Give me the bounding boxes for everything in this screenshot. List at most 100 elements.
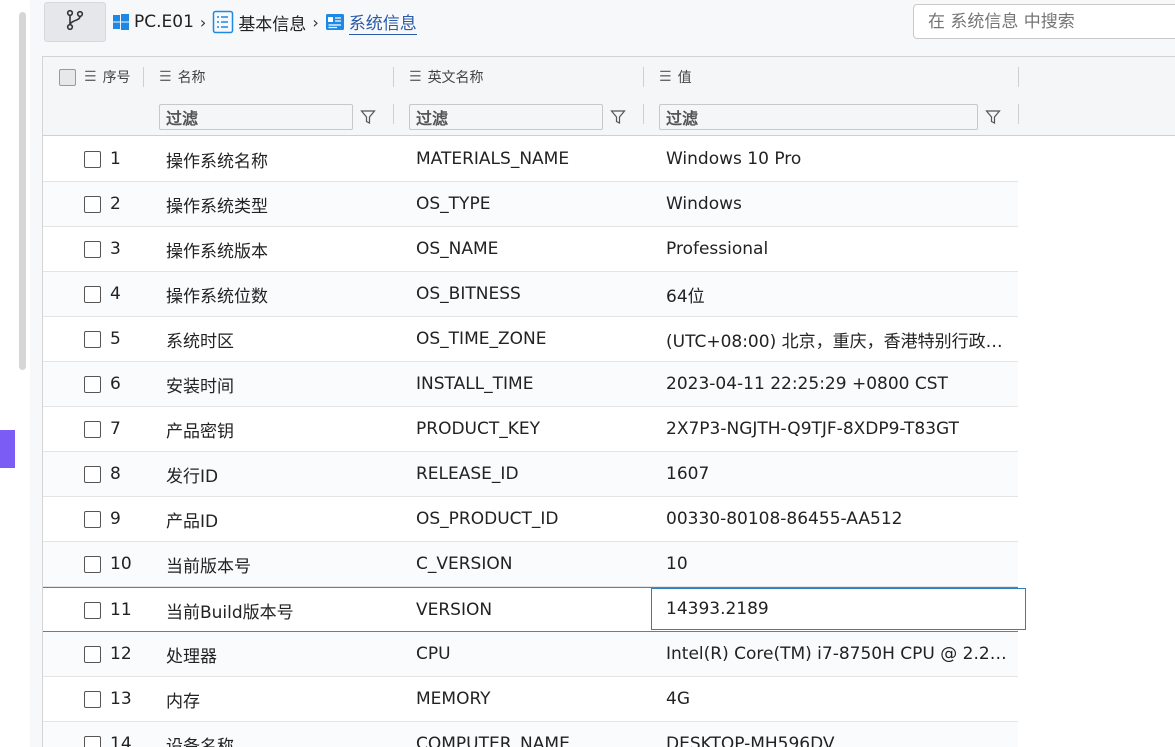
row-checkbox[interactable]	[84, 588, 101, 632]
table-row[interactable]: 12 处理器 CPU Intel(R) Core(TM) i7-8750H CPU @…	[43, 632, 1018, 677]
row-checkbox[interactable]	[84, 677, 101, 721]
table-row[interactable]: 10 当前版本号 C_VERSION 10	[43, 542, 1018, 587]
side-accent-tab[interactable]	[0, 430, 15, 468]
row-value[interactable]: 00330-80108-86455-AA512	[666, 497, 1011, 541]
breadcrumb-item-pc[interactable]: PC.E01	[112, 12, 194, 32]
row-name[interactable]: 操作系统类型	[166, 182, 391, 226]
breadcrumb-item-basic-info[interactable]: 基本信息	[212, 10, 306, 35]
row-en-name[interactable]: PRODUCT_KEY	[416, 407, 646, 451]
row-checkbox[interactable]	[84, 182, 101, 226]
row-en-name[interactable]: OS_NAME	[416, 227, 646, 271]
table-row[interactable]: 1 操作系统名称 MATERIALS_NAME Windows 10 Pro	[43, 137, 1018, 182]
search-input[interactable]	[913, 4, 1175, 39]
row-name[interactable]: 操作系统名称	[166, 137, 391, 181]
row-name[interactable]: 发行ID	[166, 452, 391, 496]
row-name[interactable]: 安装时间	[166, 362, 391, 406]
row-en-name[interactable]: COMPUTER_NAME	[416, 722, 646, 747]
row-en-name[interactable]: VERSION	[416, 588, 646, 632]
row-value[interactable]: Professional	[666, 227, 1011, 271]
value-edit-cell[interactable]: 14393.2189	[651, 588, 1026, 630]
column-divider[interactable]	[1018, 67, 1019, 87]
row-value[interactable]: Windows	[666, 182, 1011, 226]
row-name[interactable]: 处理器	[166, 632, 391, 676]
row-checkbox[interactable]	[84, 632, 101, 676]
row-value[interactable]: 64位	[666, 272, 1011, 316]
column-divider[interactable]	[643, 67, 644, 87]
row-name[interactable]: 当前Build版本号	[166, 588, 391, 632]
row-en-name[interactable]: RELEASE_ID	[416, 452, 646, 496]
row-name[interactable]: 内存	[166, 677, 391, 721]
select-all-checkbox[interactable]	[59, 57, 76, 97]
branch-button[interactable]	[44, 2, 106, 42]
row-en-name[interactable]: INSTALL_TIME	[416, 362, 646, 406]
column-header-en-name[interactable]: ☰ 英文名称	[409, 57, 484, 97]
row-value[interactable]: Intel(R) Core(TM) i7-8750H CPU @ 2.20GHz	[666, 632, 1011, 676]
row-name[interactable]: 当前版本号	[166, 542, 391, 586]
row-value[interactable]: (UTC+08:00) 北京，重庆，香港特别行政区...	[666, 317, 1011, 361]
column-divider	[393, 104, 394, 124]
table-row[interactable]: 14 设备名称 COMPUTER_NAME DESKTOP-MH596DV	[43, 722, 1018, 747]
row-value[interactable]: 2023-04-11 22:25:29 +0800 CST	[666, 362, 1011, 406]
row-value[interactable]: DESKTOP-MH596DV	[666, 722, 1011, 747]
filter-icon[interactable]	[984, 108, 1002, 126]
table-row[interactable]: 3 操作系统版本 OS_NAME Professional	[43, 227, 1018, 272]
left-rail	[0, 0, 30, 747]
row-checkbox[interactable]	[84, 227, 101, 271]
row-index: 10	[110, 554, 132, 574]
row-en-name[interactable]: MEMORY	[416, 677, 646, 721]
filter-input-value[interactable]: 过滤	[659, 104, 978, 130]
row-en-name[interactable]: OS_TIME_ZONE	[416, 317, 646, 361]
filter-icon[interactable]	[359, 108, 377, 126]
table-row[interactable]: 5 系统时区 OS_TIME_ZONE (UTC+08:00) 北京，重庆，香港特别行…	[43, 317, 1018, 362]
row-checkbox[interactable]	[84, 452, 101, 496]
row-value[interactable]: Windows 10 Pro	[666, 137, 1011, 181]
row-index: 13	[110, 689, 132, 709]
filter-input-en-name[interactable]: 过滤	[409, 104, 603, 130]
row-checkbox[interactable]	[84, 542, 101, 586]
row-checkbox[interactable]	[84, 722, 101, 747]
row-checkbox[interactable]	[84, 497, 101, 541]
row-checkbox[interactable]	[84, 407, 101, 451]
column-divider[interactable]	[393, 67, 394, 87]
row-value[interactable]: 2X7P3-NGJTH-Q9TJF-8XDP9-T83GT	[666, 407, 1011, 451]
row-en-name[interactable]: MATERIALS_NAME	[416, 137, 646, 181]
row-en-name[interactable]: C_VERSION	[416, 542, 646, 586]
table-row[interactable]: 2 操作系统类型 OS_TYPE Windows	[43, 182, 1018, 227]
row-checkbox[interactable]	[84, 272, 101, 316]
row-name[interactable]: 产品ID	[166, 497, 391, 541]
row-en-name[interactable]: OS_PRODUCT_ID	[416, 497, 646, 541]
row-name[interactable]: 操作系统位数	[166, 272, 391, 316]
row-value[interactable]: 10	[666, 542, 1011, 586]
left-scrollbar[interactable]	[19, 12, 26, 370]
row-name[interactable]: 系统时区	[166, 317, 391, 361]
column-header-value[interactable]: ☰ 值	[659, 57, 692, 97]
row-checkbox[interactable]	[84, 137, 101, 181]
column-header-name[interactable]: ☰ 名称	[159, 57, 206, 97]
table-row[interactable]: 4 操作系统位数 OS_BITNESS 64位	[43, 272, 1018, 317]
row-name[interactable]: 操作系统版本	[166, 227, 391, 271]
row-en-name[interactable]: CPU	[416, 632, 646, 676]
table-row[interactable]: 6 安装时间 INSTALL_TIME 2023-04-11 22:25:29 +08…	[43, 362, 1018, 407]
breadcrumb-item-system-info[interactable]: 系统信息	[325, 9, 417, 35]
row-en-name[interactable]: OS_BITNESS	[416, 272, 646, 316]
row-value-text: Windows 10 Pro	[666, 149, 802, 169]
table-row[interactable]: 8 发行ID RELEASE_ID 1607	[43, 452, 1018, 497]
row-value[interactable]: 4G	[666, 677, 1011, 721]
branch-icon	[64, 9, 86, 35]
table-row[interactable]: 13 内存 MEMORY 4G	[43, 677, 1018, 722]
table-row[interactable]: 7 产品密钥 PRODUCT_KEY 2X7P3-NGJTH-Q9TJF-8XDP9-…	[43, 407, 1018, 452]
data-grid: ☰ 序号 ☰ 名称 ☰ 英文名称 ☰ 值 过滤 过滤 过滤 1 操作系统名称 M…	[42, 56, 1175, 747]
table-row[interactable]: 9 产品ID OS_PRODUCT_ID 00330-80108-86455-AA51…	[43, 497, 1018, 542]
filter-icon[interactable]	[609, 108, 627, 126]
row-en-name[interactable]: OS_TYPE	[416, 182, 646, 226]
row-checkbox[interactable]	[84, 362, 101, 406]
row-checkbox[interactable]	[84, 317, 101, 361]
row-name[interactable]: 产品密钥	[166, 407, 391, 451]
row-name[interactable]: 设备名称	[166, 722, 391, 747]
row-value[interactable]: 1607	[666, 452, 1011, 496]
column-divider	[643, 104, 644, 124]
column-header-index[interactable]: ☰ 序号	[84, 57, 131, 97]
table-row[interactable]: 11 当前Build版本号 VERSION 14393.2189	[43, 587, 1026, 632]
filter-input-name[interactable]: 过滤	[159, 104, 353, 130]
column-divider[interactable]	[143, 67, 144, 87]
